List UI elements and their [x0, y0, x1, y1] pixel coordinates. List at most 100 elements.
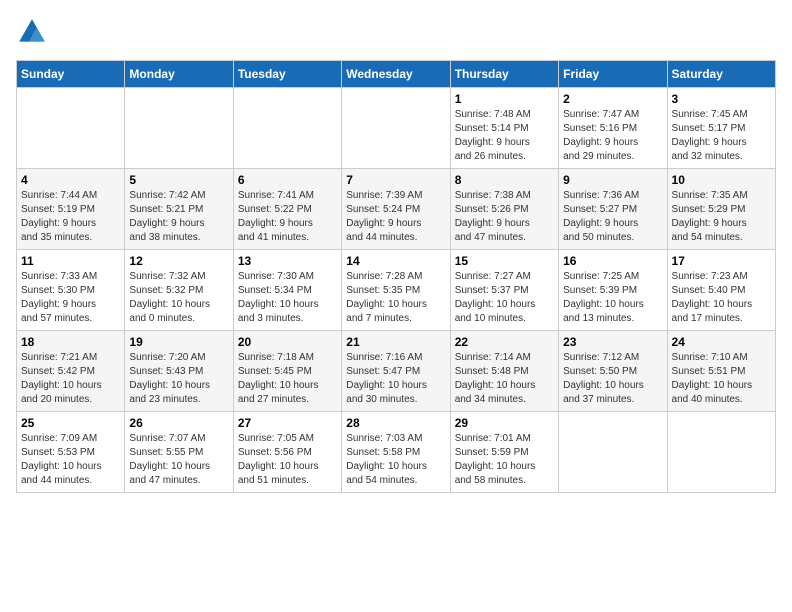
day-info: Sunrise: 7:48 AMSunset: 5:14 PMDaylight:… [455, 108, 554, 164]
day-info: Sunrise: 7:14 AMSunset: 5:48 PMDaylight:… [455, 351, 554, 407]
day-header-monday: Monday [125, 61, 233, 88]
day-number: 15 [455, 254, 554, 268]
calendar-cell: 23Sunrise: 7:12 AMSunset: 5:50 PMDayligh… [559, 331, 667, 412]
calendar-cell: 18 Sunrise: 7:21 AMSunset: 5:42 PMDayligh… [17, 331, 125, 412]
day-info: Sunrise: 7:38 AMSunset: 5:26 PMDaylight:… [455, 189, 554, 245]
calendar-table: SundayMondayTuesdayWednesdayThursdayFrid… [16, 60, 776, 493]
calendar-cell: 16 Sunrise: 7:25 AMSunset: 5:39 PMDayligh… [559, 250, 667, 331]
day-number: 17 [672, 254, 771, 268]
calendar-cell: 15Sunrise: 7:27 AMSunset: 5:37 PMDayligh… [450, 250, 558, 331]
day-number: 21 [346, 335, 445, 349]
calendar-cell: 22 Sunrise: 7:14 AMSunset: 5:48 PMDayligh… [450, 331, 558, 412]
calendar-cell: 14 Sunrise: 7:28 AMSunset: 5:35 PMDayligh… [342, 250, 450, 331]
day-header-wednesday: Wednesday [342, 61, 450, 88]
day-number: 6 [238, 173, 337, 187]
header-row: SundayMondayTuesdayWednesdayThursdayFrid… [17, 61, 776, 88]
day-info: Sunrise: 7:45 AMSunset: 5:17 PMDaylight:… [672, 108, 771, 164]
calendar-cell [125, 88, 233, 169]
day-info: Sunrise: 7:33 AMSunset: 5:30 PMDaylight:… [21, 270, 120, 326]
day-number: 19 [129, 335, 228, 349]
day-number: 2 [563, 92, 662, 106]
day-number: 4 [21, 173, 120, 187]
day-info: Sunrise: 7:23 AMSunset: 5:40 PMDaylight:… [672, 270, 771, 326]
day-info: Sunrise: 7:42 AMSunset: 5:21 PMDaylight:… [129, 189, 228, 245]
day-header-thursday: Thursday [450, 61, 558, 88]
calendar-week-4: 18 Sunrise: 7:21 AMSunset: 5:42 PMDayligh… [17, 331, 776, 412]
day-number: 10 [672, 173, 771, 187]
calendar-cell: 3 Sunrise: 7:45 AMSunset: 5:17 PMDaylight… [667, 88, 775, 169]
day-info: Sunrise: 7:28 AMSunset: 5:35 PMDaylight:… [346, 270, 445, 326]
page-header [16, 16, 776, 48]
day-info: Sunrise: 7:32 AMSunset: 5:32 PMDaylight:… [129, 270, 228, 326]
day-number: 25 [21, 416, 120, 430]
calendar-week-2: 4 Sunrise: 7:44 AMSunset: 5:19 PMDaylight… [17, 169, 776, 250]
day-info: Sunrise: 7:44 AMSunset: 5:19 PMDaylight:… [21, 189, 120, 245]
calendar-cell: 21 Sunrise: 7:16 AMSunset: 5:47 PMDayligh… [342, 331, 450, 412]
calendar-week-1: 1 Sunrise: 7:48 AMSunset: 5:14 PMDaylight… [17, 88, 776, 169]
calendar-cell: 11Sunrise: 7:33 AMSunset: 5:30 PMDayligh… [17, 250, 125, 331]
day-number: 14 [346, 254, 445, 268]
day-info: Sunrise: 7:09 AMSunset: 5:53 PMDaylight:… [21, 432, 120, 488]
day-info: Sunrise: 7:03 AMSunset: 5:58 PMDaylight:… [346, 432, 445, 488]
calendar-week-5: 25 Sunrise: 7:09 AMSunset: 5:53 PMDayligh… [17, 412, 776, 493]
calendar-cell: 7 Sunrise: 7:39 AMSunset: 5:24 PMDaylight… [342, 169, 450, 250]
calendar-cell: 9Sunrise: 7:36 AMSunset: 5:27 PMDaylight… [559, 169, 667, 250]
day-number: 22 [455, 335, 554, 349]
calendar-cell: 20 Sunrise: 7:18 AMSunset: 5:45 PMDayligh… [233, 331, 341, 412]
day-info: Sunrise: 7:16 AMSunset: 5:47 PMDaylight:… [346, 351, 445, 407]
calendar-cell: 1 Sunrise: 7:48 AMSunset: 5:14 PMDaylight… [450, 88, 558, 169]
calendar-cell: 26 Sunrise: 7:07 AMSunset: 5:55 PMDayligh… [125, 412, 233, 493]
day-number: 24 [672, 335, 771, 349]
day-number: 9 [563, 173, 662, 187]
calendar-cell: 28 Sunrise: 7:03 AMSunset: 5:58 PMDayligh… [342, 412, 450, 493]
calendar-cell: 12 Sunrise: 7:32 AMSunset: 5:32 PMDayligh… [125, 250, 233, 331]
day-number: 18 [21, 335, 120, 349]
calendar-cell: 19 Sunrise: 7:20 AMSunset: 5:43 PMDayligh… [125, 331, 233, 412]
day-info: Sunrise: 7:25 AMSunset: 5:39 PMDaylight:… [563, 270, 662, 326]
calendar-cell [342, 88, 450, 169]
calendar-cell: 5 Sunrise: 7:42 AMSunset: 5:21 PMDaylight… [125, 169, 233, 250]
day-number: 26 [129, 416, 228, 430]
day-info: Sunrise: 7:01 AMSunset: 5:59 PMDaylight:… [455, 432, 554, 488]
day-info: Sunrise: 7:18 AMSunset: 5:45 PMDaylight:… [238, 351, 337, 407]
day-info: Sunrise: 7:47 AMSunset: 5:16 PMDaylight:… [563, 108, 662, 164]
day-header-tuesday: Tuesday [233, 61, 341, 88]
calendar-cell: 13Sunrise: 7:30 AMSunset: 5:34 PMDayligh… [233, 250, 341, 331]
day-number: 28 [346, 416, 445, 430]
logo [16, 16, 52, 48]
day-number: 5 [129, 173, 228, 187]
day-number: 7 [346, 173, 445, 187]
day-info: Sunrise: 7:39 AMSunset: 5:24 PMDaylight:… [346, 189, 445, 245]
calendar-cell: 10Sunrise: 7:35 AMSunset: 5:29 PMDayligh… [667, 169, 775, 250]
day-number: 13 [238, 254, 337, 268]
day-number: 8 [455, 173, 554, 187]
calendar-cell [559, 412, 667, 493]
day-header-friday: Friday [559, 61, 667, 88]
day-number: 16 [563, 254, 662, 268]
day-info: Sunrise: 7:20 AMSunset: 5:43 PMDaylight:… [129, 351, 228, 407]
calendar-cell: 2 Sunrise: 7:47 AMSunset: 5:16 PMDaylight… [559, 88, 667, 169]
calendar-cell: 29 Sunrise: 7:01 AMSunset: 5:59 PMDayligh… [450, 412, 558, 493]
calendar-cell [233, 88, 341, 169]
day-number: 1 [455, 92, 554, 106]
day-number: 29 [455, 416, 554, 430]
day-number: 3 [672, 92, 771, 106]
day-info: Sunrise: 7:10 AMSunset: 5:51 PMDaylight:… [672, 351, 771, 407]
day-info: Sunrise: 7:21 AMSunset: 5:42 PMDaylight:… [21, 351, 120, 407]
calendar-cell: 8 Sunrise: 7:38 AMSunset: 5:26 PMDaylight… [450, 169, 558, 250]
calendar-cell: 6 Sunrise: 7:41 AMSunset: 5:22 PMDaylight… [233, 169, 341, 250]
day-info: Sunrise: 7:41 AMSunset: 5:22 PMDaylight:… [238, 189, 337, 245]
day-info: Sunrise: 7:05 AMSunset: 5:56 PMDaylight:… [238, 432, 337, 488]
day-header-sunday: Sunday [17, 61, 125, 88]
day-number: 23 [563, 335, 662, 349]
calendar-cell: 27 Sunrise: 7:05 AMSunset: 5:56 PMDayligh… [233, 412, 341, 493]
calendar-cell: 24 Sunrise: 7:10 AMSunset: 5:51 PMDayligh… [667, 331, 775, 412]
day-info: Sunrise: 7:07 AMSunset: 5:55 PMDaylight:… [129, 432, 228, 488]
calendar-cell: 17 Sunrise: 7:23 AMSunset: 5:40 PMDayligh… [667, 250, 775, 331]
logo-icon [16, 16, 48, 48]
day-number: 20 [238, 335, 337, 349]
calendar-cell [667, 412, 775, 493]
calendar-cell: 4 Sunrise: 7:44 AMSunset: 5:19 PMDaylight… [17, 169, 125, 250]
day-number: 12 [129, 254, 228, 268]
day-number: 27 [238, 416, 337, 430]
